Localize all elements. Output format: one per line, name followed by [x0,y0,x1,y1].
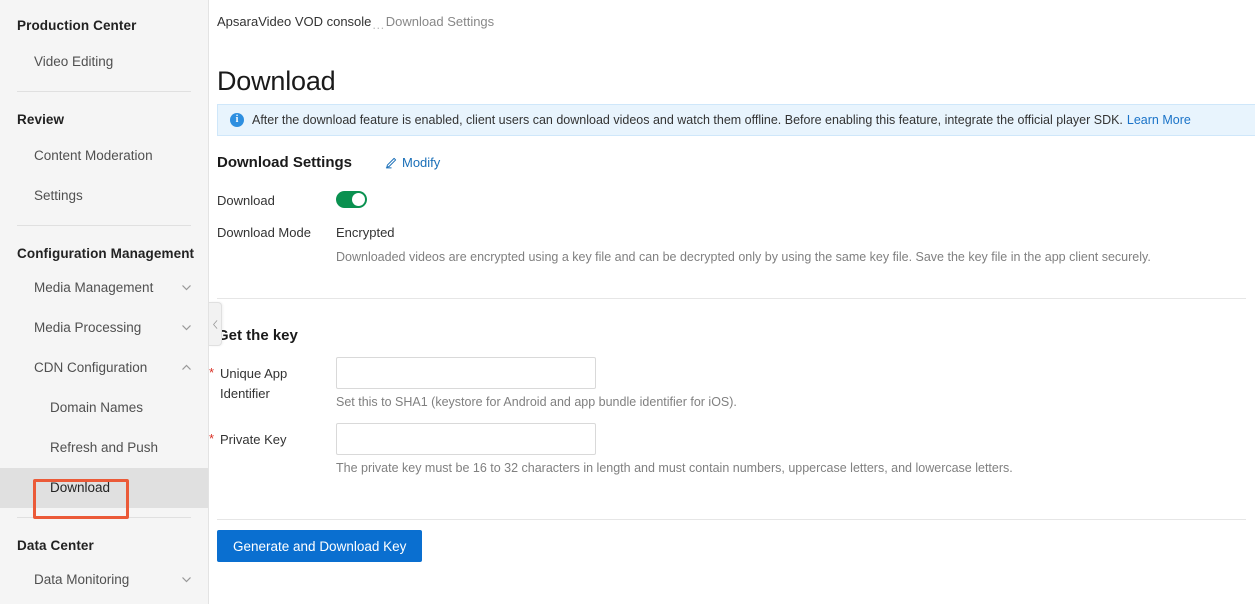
sidebar-item-label: CDN Configuration [34,360,148,375]
download-mode-label: Download Mode [217,225,311,240]
unique-app-identifier-label: Unique App Identifier [220,366,288,401]
sidebar-item-media-management[interactable]: Media Management [0,268,208,308]
breadcrumb-current: Download Settings [385,14,495,29]
chevron-down-icon [181,574,192,585]
private-key-label: Private Key [220,432,287,447]
sidebar-item-label: Domain Names [50,400,144,415]
pencil-icon [385,157,397,169]
section-divider-2 [217,519,1246,520]
sidebar-item-settings[interactable]: Settings [0,176,208,216]
sidebar-item-media-processing[interactable]: Media Processing [0,308,208,348]
modify-label: Modify [402,155,441,170]
sidebar: Production Center Video Editing Review C… [0,0,209,604]
download-mode-value: Encrypted [336,225,395,240]
sidebar-item-domain-names[interactable]: Domain Names [0,388,208,428]
get-the-key-header: Get the key [217,327,298,344]
chevron-down-icon [181,282,192,293]
chevron-up-icon [181,362,192,373]
sidebar-item-refresh-and-push[interactable]: Refresh and Push [0,428,208,468]
download-toggle-label: Download [217,193,275,208]
sidebar-item-content-moderation[interactable]: Content Moderation [0,136,208,176]
chevron-left-icon [212,319,219,330]
sidebar-group-title-data-center: Data Center [17,538,94,553]
sidebar-group-title-configuration-management: Configuration Management [17,246,195,261]
sidebar-item-label: Media Processing [34,320,142,335]
sidebar-item-data-monitoring[interactable]: Data Monitoring [0,560,208,600]
page-title: Download [217,66,336,97]
breadcrumb-root[interactable]: ApsaraVideo VOD console [217,14,371,29]
breadcrumb-separator-icon: ... [372,17,385,32]
sidebar-item-cdn-configuration[interactable]: CDN Configuration [0,348,208,388]
sidebar-group-title-review: Review [17,112,65,127]
sidebar-item-label: Data Monitoring [34,572,130,587]
chevron-down-icon [181,322,192,333]
main-content: ApsaraVideo VOD console...Download Setti… [209,0,1255,604]
sidebar-item-label: Video Editing [34,54,114,69]
sidebar-group-title-production-center: Production Center [17,18,137,33]
info-banner-text: After the download feature is enabled, c… [252,113,1123,127]
sidebar-item-label: Refresh and Push [50,440,159,455]
sidebar-item-label: Media Management [34,280,154,295]
modify-button[interactable]: Modify [385,155,440,170]
learn-more-link[interactable]: Learn More [1127,113,1191,127]
sidebar-item-video-editing[interactable]: Video Editing [0,42,208,82]
app-root: Production Center Video Editing Review C… [0,0,1255,604]
breadcrumb: ApsaraVideo VOD console...Download Setti… [209,0,1255,32]
toggle-knob [352,193,365,206]
info-icon: i [230,113,244,127]
download-toggle[interactable] [336,191,367,208]
unique-app-identifier-input[interactable] [336,357,596,389]
sidebar-collapse-handle[interactable] [209,302,222,346]
required-asterisk: * [209,365,215,380]
sidebar-item-label: Download [50,480,111,495]
sidebar-item-label: Settings [34,188,83,203]
sidebar-item-download[interactable]: Download [0,468,208,508]
download-mode-description: Downloaded videos are encrypted using a … [336,250,1151,264]
private-key-helper: The private key must be 16 to 32 charact… [336,461,1013,475]
private-key-input[interactable] [336,423,596,455]
generate-and-download-key-button[interactable]: Generate and Download Key [217,530,423,562]
section-divider-1 [217,298,1246,299]
download-settings-header: Download Settings [217,154,352,171]
required-asterisk: * [209,431,215,446]
sidebar-item-label: Content Moderation [34,148,153,163]
info-banner: i After the download feature is enabled,… [217,104,1255,136]
unique-app-identifier-helper: Set this to SHA1 (keystore for Android a… [336,395,737,409]
